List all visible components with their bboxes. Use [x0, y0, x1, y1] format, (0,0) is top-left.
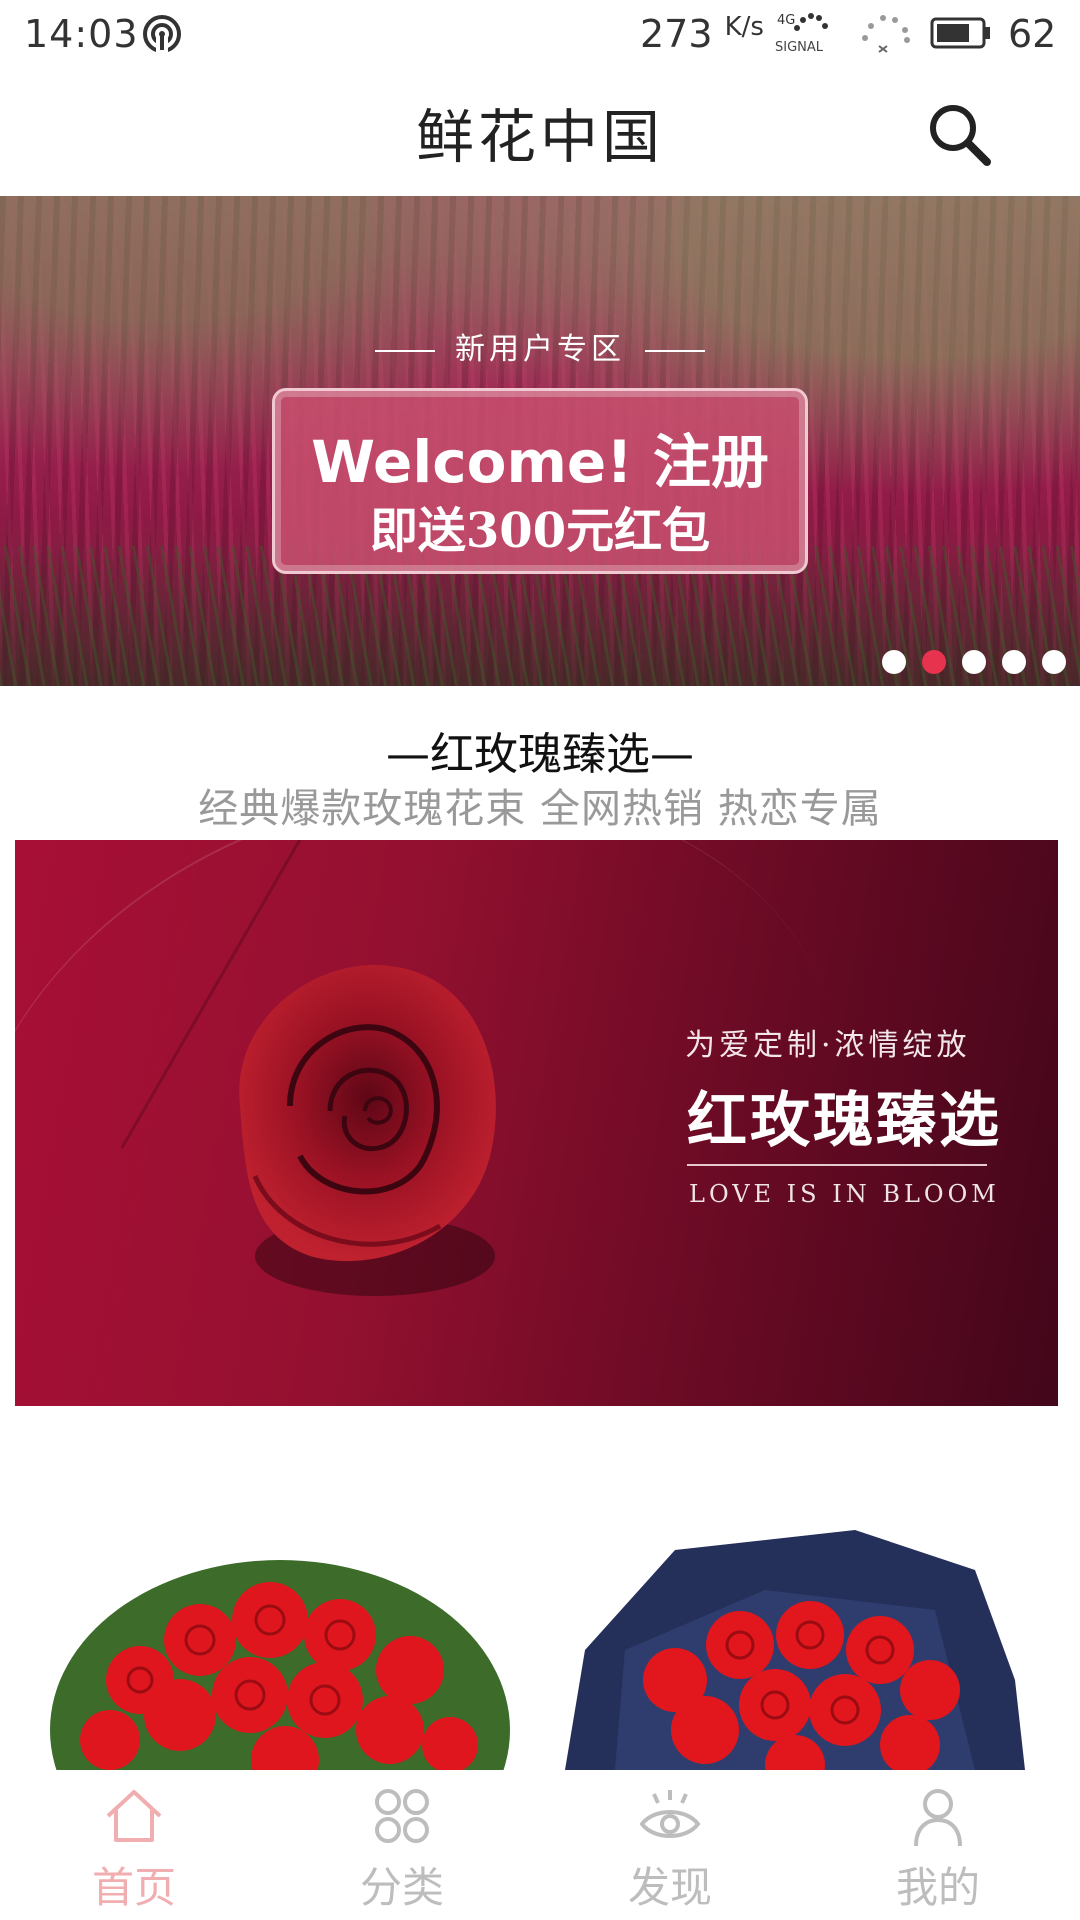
register-offer-card[interactable]: Welcome! 注册 即送300元红包 [272, 388, 808, 574]
network-type: 4G [777, 13, 795, 28]
banner-subtitle: 新用户专区 [0, 324, 1080, 368]
status-bar: 14:03 273 K/s 4G SIGNAL 62 [0, 0, 1080, 70]
section-subtitle: 经典爆款玫瑰花束 全网热销 热恋专属 [198, 786, 882, 832]
product-grid [0, 1530, 1080, 1770]
carousel-dot[interactable] [922, 650, 946, 674]
signal-4g-icon: 4G SIGNAL [775, 10, 835, 60]
banner-offer-text: 即送300元红包 [369, 503, 711, 559]
product-card[interactable] [555, 1530, 1025, 1770]
carousel-dot[interactable] [1002, 650, 1026, 674]
battery-icon [930, 17, 990, 49]
bottom-tab-bar: 首页 分类 发现 我的 [0, 1770, 1080, 1920]
app-header: 鲜花中国 [0, 70, 1080, 196]
category-icon [375, 1789, 429, 1843]
tab-discover-label: 发现 [627, 1863, 712, 1912]
promo-carousel[interactable]: 新用户专区 Welcome! 注册 即送300元红包 [0, 196, 1080, 686]
red-rose-promo-banner[interactable]: 为爱定制·浓情绽放 红玫瑰臻选 LOVE IS IN BLOOM [15, 840, 1058, 1406]
user-icon [914, 1789, 962, 1847]
rose-image [239, 964, 496, 1296]
promo-divider [687, 1164, 987, 1166]
wifi-icon [862, 15, 910, 53]
battery-level: 62 [1008, 12, 1057, 56]
network-speed-unit: K/s [724, 12, 764, 42]
tab-mine[interactable]: 我的 [848, 1770, 1028, 1920]
carousel-dot[interactable] [1042, 650, 1066, 674]
eye-icon [639, 1790, 701, 1838]
tab-category[interactable]: 分类 [312, 1770, 492, 1920]
product-card[interactable] [50, 1530, 510, 1770]
banner-subtitle-text: 新用户专区 [455, 332, 625, 367]
tab-category-label: 分类 [359, 1863, 444, 1912]
carousel-dot[interactable] [882, 650, 906, 674]
promo-tagline: 为爱定制·浓情绽放 [685, 1028, 971, 1063]
search-icon[interactable] [925, 100, 995, 170]
app-title: 鲜花中国 [415, 103, 664, 171]
rose-bouquet-image [50, 1560, 510, 1770]
carousel-indicators[interactable] [882, 650, 1066, 674]
hotspot-icon [143, 15, 181, 54]
home-icon [106, 1790, 162, 1842]
carousel-dot[interactable] [962, 650, 986, 674]
divider [375, 349, 435, 352]
tab-discover[interactable]: 发现 [580, 1770, 760, 1920]
tab-mine-label: 我的 [895, 1863, 980, 1912]
status-time: 14:03 [24, 12, 139, 56]
promo-english-text: LOVE IS IN BLOOM [689, 1180, 1000, 1208]
network-speed: 273 K/s [640, 12, 764, 56]
tab-home[interactable]: 首页 [44, 1770, 224, 1920]
network-speed-value: 273 [640, 12, 713, 56]
search-button[interactable] [925, 100, 995, 170]
section-title: —红玫瑰臻选— [386, 729, 694, 780]
banner-welcome-text: Welcome! 注册 [311, 428, 769, 496]
rose-bouquet-image [565, 1530, 1025, 1770]
promo-title: 红玫瑰臻选 [687, 1086, 1002, 1156]
network-label: SIGNAL [775, 40, 824, 55]
tab-home-label: 首页 [91, 1863, 176, 1912]
divider [645, 349, 705, 352]
